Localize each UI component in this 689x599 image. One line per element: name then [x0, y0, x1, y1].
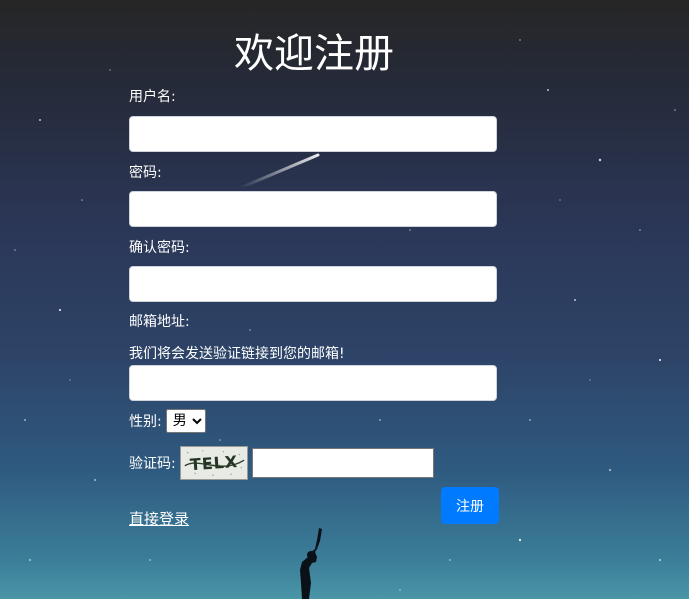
gender-label: 性别:: [129, 414, 162, 430]
captcha-input[interactable]: [251, 448, 434, 478]
captcha-label: 验证码:: [129, 456, 176, 472]
captcha-image[interactable]: TELX: [179, 446, 248, 480]
email-hint: 我们将会发送验证链接到您的邮箱!: [129, 346, 345, 362]
meteor-streak: [238, 153, 320, 190]
confirm-password-input[interactable]: [129, 266, 497, 302]
password-label: 密码:: [129, 165, 162, 181]
login-link[interactable]: 直接登录: [129, 508, 189, 529]
captcha-image-text: TELX: [189, 452, 238, 474]
gender-row: 性别: 男: [129, 409, 206, 433]
username-input[interactable]: [129, 116, 497, 152]
email-label: 邮箱地址:: [129, 314, 190, 330]
captcha-row: 验证码: TELX: [129, 445, 434, 481]
register-button[interactable]: 注册: [441, 487, 499, 524]
page-title: 欢迎注册: [234, 31, 394, 77]
confirm-password-label: 确认密码:: [129, 240, 190, 256]
username-label: 用户名:: [129, 89, 176, 105]
gender-select[interactable]: 男: [165, 409, 206, 433]
person-silhouette: [300, 528, 322, 599]
email-input[interactable]: [129, 365, 497, 401]
password-input[interactable]: [129, 191, 497, 227]
